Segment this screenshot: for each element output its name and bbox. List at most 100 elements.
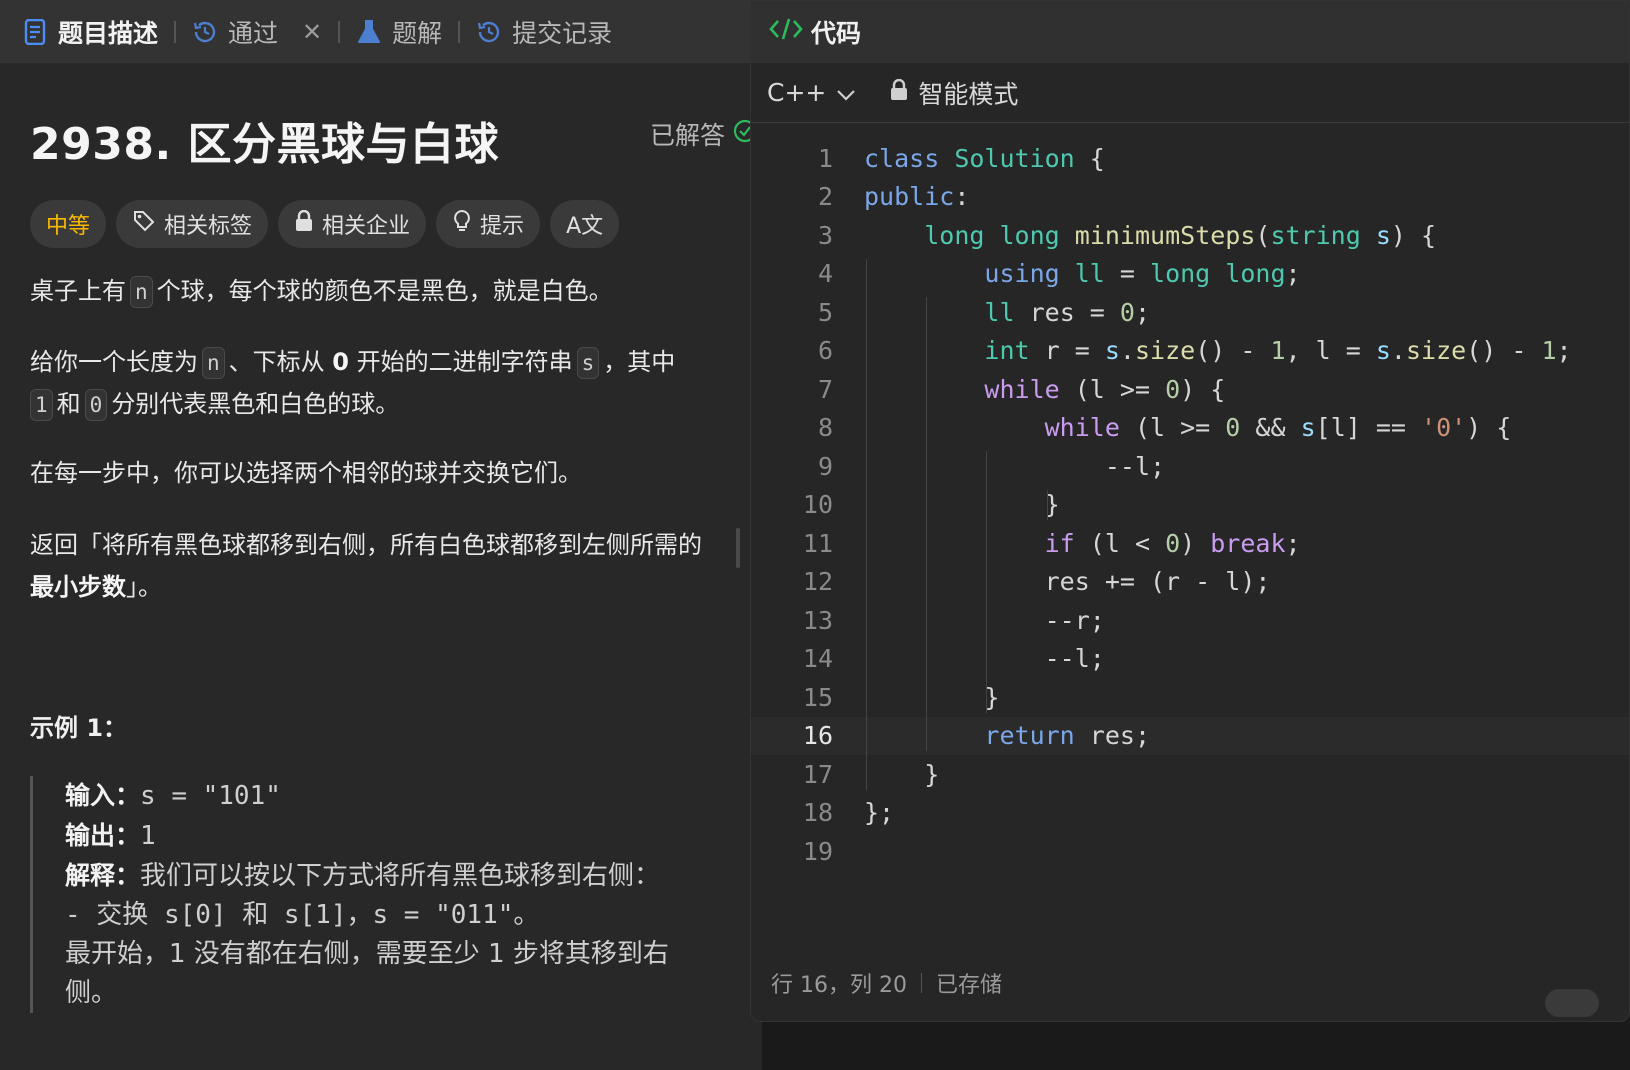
code-text[interactable]: int r = s.size() - 1, l = s.size() - 1; <box>864 336 1571 365</box>
translate-button[interactable]: A文 <box>550 200 620 248</box>
code-line[interactable]: 17 } <box>751 755 1629 793</box>
line-number: 15 <box>802 682 833 712</box>
code-text[interactable]: while (l >= 0) { <box>864 375 1225 404</box>
text: 和 <box>56 390 81 418</box>
code-line[interactable]: 8 while (l >= 0 && s[l] == '0') { <box>751 409 1629 447</box>
text: 、下标从 <box>228 348 325 376</box>
tab-solutions[interactable]: 题解 <box>356 14 442 50</box>
example-block: 输入：s = "101" 输出：1 解释：我们可以按以下方式将所有黑色球移到右侧… <box>30 776 745 1013</box>
indent-guide <box>926 297 928 751</box>
status-separator <box>920 973 922 993</box>
description-paragraph-1: 桌子上有 n 个球，每个球的颜色不是黑色，就是白色。 <box>30 270 760 312</box>
code-text[interactable]: } <box>864 490 1060 519</box>
mode-label: 智能模式 <box>918 79 1019 109</box>
panel-resize-handle[interactable] <box>736 528 740 568</box>
input-label: 输入： <box>65 781 141 810</box>
watermark-logo <box>1545 989 1599 1017</box>
code-line[interactable]: 15 } <box>751 678 1629 716</box>
save-status: 已存储 <box>935 973 1002 998</box>
code-line[interactable]: 16 return res; <box>751 716 1629 755</box>
code-line[interactable]: 18}; <box>751 794 1629 832</box>
inline-code: s <box>576 347 600 379</box>
code-line[interactable]: 1 class Solution { <box>751 139 1629 177</box>
bold-text: 最小步数 <box>30 573 126 601</box>
code-text[interactable]: if (l < 0) break; <box>864 529 1301 558</box>
explain-label: 解释： <box>65 861 141 890</box>
code-text[interactable]: public: <box>864 182 969 211</box>
tab-submissions[interactable]: 提交记录 <box>476 14 612 50</box>
code-line[interactable]: 9 --l; <box>751 447 1629 485</box>
line-number: 5 <box>817 297 833 327</box>
text: 桌子上有 <box>30 277 126 305</box>
difficulty-badge[interactable]: 中等 <box>30 200 107 248</box>
code-text[interactable]: class Solution { <box>864 144 1105 173</box>
code-text[interactable]: --l; <box>864 452 1165 481</box>
code-text[interactable]: return res; <box>864 721 1150 750</box>
code-line[interactable]: 3 long long minimumSteps(string s) { <box>751 216 1629 254</box>
code-panel-header: 代码 <box>751 1 1629 63</box>
indent-guide <box>866 258 867 790</box>
code-line[interactable]: 12 res += (r - l); <box>751 563 1629 601</box>
description-paragraph-3: 在每一步中，你可以选择两个相邻的球并交换它们。 <box>30 459 582 487</box>
title-row: 2938. 区分黑球与白球 已解答 <box>30 108 762 172</box>
code-text[interactable]: } <box>864 760 939 789</box>
language-label: C++ <box>767 78 827 107</box>
code-text[interactable]: res += (r - l); <box>864 567 1271 596</box>
code-line[interactable]: 6 int r = s.size() - 1, l = s.size() - 1… <box>751 332 1629 370</box>
example-explanation: 解释：我们可以按以下方式将所有黑色球移到右侧： <box>65 856 745 896</box>
line-number: 17 <box>802 759 833 789</box>
line-number: 4 <box>817 259 833 288</box>
left-tab-bar: 题目描述 通过 ✕ 题解 提交记录 <box>0 0 762 63</box>
line-number: 16 <box>802 721 833 750</box>
code-line[interactable]: 13 --r; <box>751 601 1629 639</box>
line-number: 18 <box>802 798 833 827</box>
description-paragraph-2: 给你一个长度为 n 、下标从 0 开始的二进制字符串 s ，其中 1 和 0 分别代表黑色和白色… <box>30 341 760 425</box>
code-line[interactable]: 14 --l; <box>751 640 1629 678</box>
code-text[interactable]: while (l >= 0 && s[l] == '0') { <box>864 413 1512 442</box>
explain-text: 我们可以按以下方式将所有黑色球移到右侧： <box>140 861 661 891</box>
tab-separator <box>458 20 461 43</box>
code-text[interactable]: }; <box>864 798 894 827</box>
code-text[interactable]: using ll = long long; <box>864 259 1300 288</box>
example-explanation-line: 侧。 <box>65 978 118 1008</box>
close-icon[interactable]: ✕ <box>302 18 322 46</box>
code-line[interactable]: 11 if (l < 0) break; <box>751 524 1629 562</box>
code-line[interactable]: 7 while (l >= 0) { <box>751 370 1629 408</box>
tab-solutions-label: 题解 <box>392 18 443 48</box>
tag-row: 中等 相关标签 相关企业 提示 A文 <box>30 200 620 248</box>
code-icon <box>769 16 803 48</box>
code-text[interactable]: --r; <box>864 606 1105 635</box>
related-tags-button[interactable]: 相关标签 <box>116 200 269 248</box>
smart-mode-toggle[interactable]: 智能模式 <box>890 75 1018 111</box>
example-explanation-line: 最开始，1 没有都在右侧，需要至少 1 步将其移到右 <box>65 939 669 969</box>
tab-description[interactable]: 题目描述 <box>22 14 158 50</box>
text: 开始的二进制字符串 <box>356 348 573 376</box>
related-companies-button[interactable]: 相关企业 <box>278 200 427 248</box>
code-line[interactable]: 2 public: <box>751 178 1629 216</box>
code-text[interactable]: } <box>864 683 999 712</box>
line-number: 8 <box>817 413 833 442</box>
code-line[interactable]: 5 ll res = 0; <box>751 293 1629 331</box>
history-icon <box>476 19 502 45</box>
tab-separator <box>174 20 177 43</box>
related-companies-label: 相关企业 <box>322 214 411 239</box>
inline-code: n <box>202 347 225 379</box>
line-number: 3 <box>817 220 833 250</box>
code-text[interactable]: --l; <box>864 644 1105 673</box>
line-number: 6 <box>817 336 833 365</box>
code-line[interactable]: 10 } <box>751 486 1629 524</box>
tab-submissions-label: 提交记录 <box>512 18 613 48</box>
code-line[interactable]: 4 using ll = long long; <box>751 255 1629 293</box>
problem-panel: 题目描述 通过 ✕ 题解 提交记录 2938. 区分黑球与白球 已解答 中等 相… <box>0 0 762 1070</box>
code-editor[interactable]: 1 class Solution {2 public: 3 long long min… <box>751 139 1629 939</box>
code-text[interactable]: ll res = 0; <box>864 298 1150 327</box>
example-output: 输出：1 <box>65 816 745 856</box>
code-line[interactable]: 19 <box>751 832 1629 870</box>
line-number: 11 <box>802 528 833 558</box>
language-select[interactable]: C++ <box>767 78 856 107</box>
code-text[interactable]: long long minimumSteps(string s) { <box>864 221 1436 250</box>
hint-button[interactable]: 提示 <box>436 200 541 248</box>
editor-toolbar: C++ 智能模式 <box>751 63 1629 123</box>
text: 返回「将所有黑色球都移到右侧，所有白色球都移到左侧所需的 <box>30 531 702 559</box>
tab-accepted[interactable]: 通过 ✕ <box>192 14 322 50</box>
